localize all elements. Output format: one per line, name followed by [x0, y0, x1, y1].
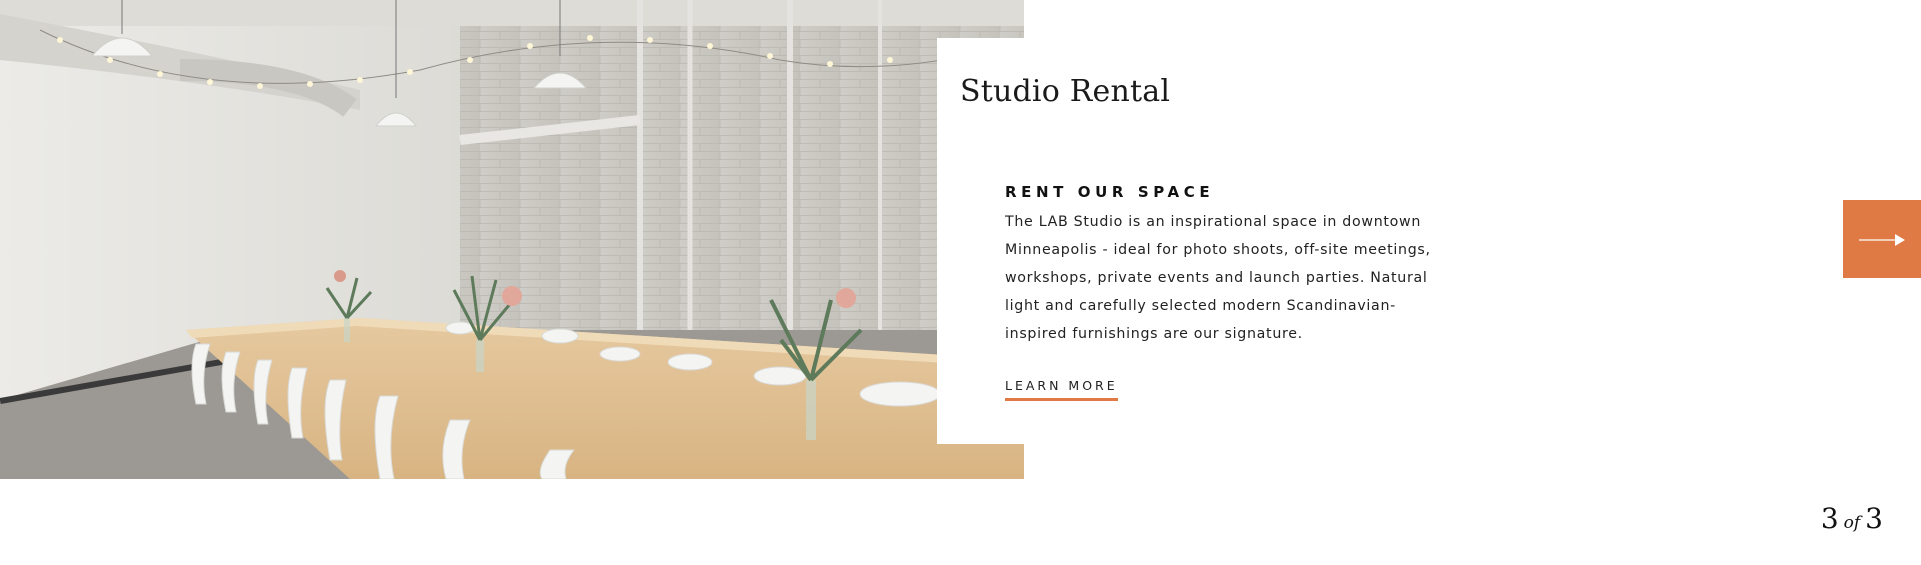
slide-of-label: of — [1843, 513, 1861, 533]
section-heading: RENT OUR SPACE — [1005, 183, 1215, 201]
slide-total: 3 — [1865, 502, 1883, 535]
next-slide-button[interactable] — [1843, 200, 1921, 278]
hero-photo-illustration — [0, 0, 1024, 479]
page-title: Studio Rental — [960, 74, 1171, 109]
learn-more-link[interactable]: LEARN MORE — [1005, 378, 1118, 401]
slide-current: 3 — [1820, 502, 1839, 535]
slide-counter: 3 of 3 — [1821, 502, 1883, 535]
hero-photo — [0, 0, 1024, 479]
description-text: The LAB Studio is an inspirational space… — [1005, 214, 1431, 342]
arrow-right-icon — [1859, 234, 1905, 246]
